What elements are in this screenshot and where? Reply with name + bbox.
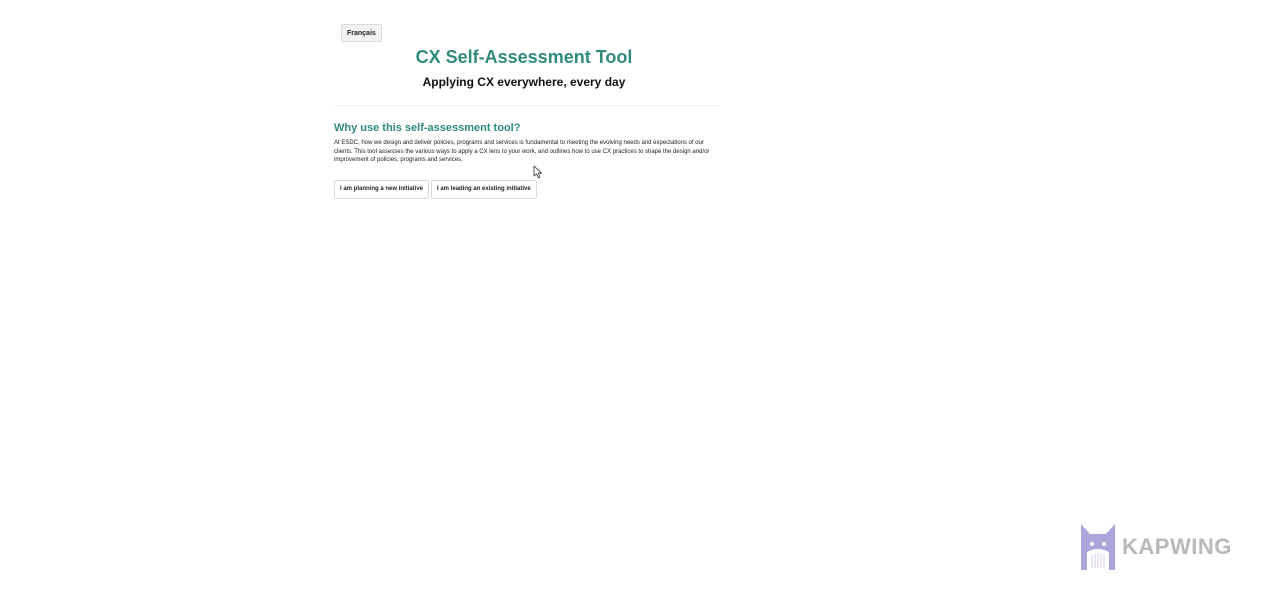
divider	[334, 105, 720, 106]
intro-text: At ESDC, how we design and deliver polic…	[334, 140, 710, 163]
watermark-text: KAPWING	[1122, 534, 1232, 559]
page-subtitle: Applying CX everywhere, every day	[422, 75, 626, 89]
intro-heading: Why use this self-assessment tool?	[334, 122, 521, 134]
planning-new-initiative-button[interactable]: I am planning a new initiative	[334, 180, 430, 199]
mouse-cursor-icon	[533, 165, 542, 179]
initiative-buttons: I am planning a new initiative I am lead…	[334, 180, 537, 199]
page: Français CX Self-Assessment Tool Applyin…	[0, 0, 1280, 596]
page-title: CX Self-Assessment Tool	[415, 47, 633, 67]
language-toggle-button[interactable]: Français	[341, 24, 382, 42]
leading-existing-initiative-button[interactable]: I am leading an existing initiative	[431, 180, 537, 199]
kapwing-watermark: KAPWING	[1081, 524, 1232, 570]
kapwing-logo-icon	[1081, 524, 1115, 570]
